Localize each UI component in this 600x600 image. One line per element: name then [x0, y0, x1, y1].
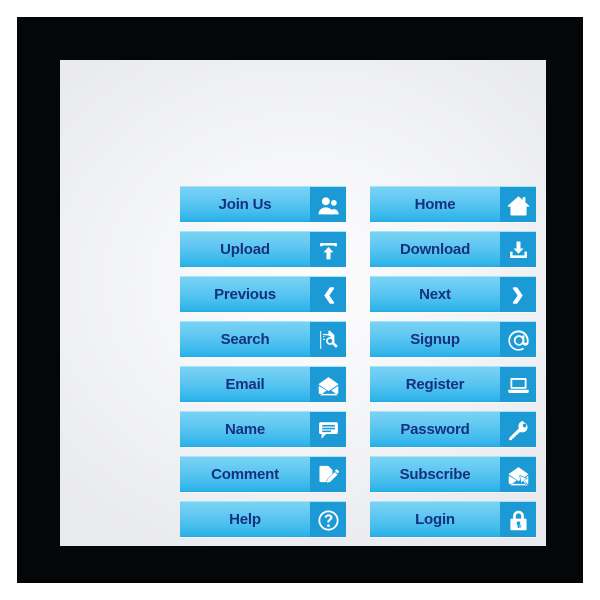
button-label: Name	[224, 421, 266, 438]
button-label: Help	[229, 511, 261, 528]
button-search[interactable]: Search	[180, 321, 346, 357]
upload-arrow-icon	[310, 232, 346, 267]
inner-white-panel: Join Us Upload Previous Search Email Nam…	[60, 60, 546, 546]
button-signup[interactable]: Signup	[370, 321, 536, 357]
right-column: Home Download Next Signup Register Passw…	[370, 186, 536, 537]
envelope-cursor-icon	[500, 457, 536, 492]
button-help[interactable]: Help	[180, 501, 346, 537]
document-pencil-icon	[310, 457, 346, 492]
at-sign-icon	[500, 322, 536, 357]
laptop-icon	[500, 367, 536, 402]
chevron-left-icon	[310, 277, 346, 312]
button-label: Subscribe	[399, 466, 471, 483]
button-label: Previous	[214, 286, 276, 303]
button-register[interactable]: Register	[370, 366, 536, 402]
document-magnifier-icon	[310, 322, 346, 357]
button-label: Login	[415, 511, 455, 528]
button-grid: Join Us Upload Previous Search Email Nam…	[180, 186, 536, 537]
button-previous[interactable]: Previous	[180, 276, 346, 312]
button-label: Email	[225, 376, 265, 393]
open-envelope-icon	[310, 367, 346, 402]
key-icon	[500, 412, 536, 447]
button-password[interactable]: Password	[370, 411, 536, 447]
question-circle-icon	[310, 502, 346, 537]
button-join-us[interactable]: Join Us	[180, 186, 346, 222]
download-tray-icon	[500, 232, 536, 267]
button-next[interactable]: Next	[370, 276, 536, 312]
button-label: Signup	[410, 331, 460, 348]
button-name[interactable]: Name	[180, 411, 346, 447]
button-email[interactable]: Email	[180, 366, 346, 402]
button-label: Home	[414, 196, 456, 213]
chevron-right-icon	[500, 277, 536, 312]
button-home[interactable]: Home	[370, 186, 536, 222]
button-login[interactable]: Login	[370, 501, 536, 537]
padlock-icon	[500, 502, 536, 537]
button-subscribe[interactable]: Subscribe	[370, 456, 536, 492]
button-label: Password	[400, 421, 470, 438]
button-comment[interactable]: Comment	[180, 456, 346, 492]
button-label: Next	[419, 286, 451, 303]
left-column: Join Us Upload Previous Search Email Nam…	[180, 186, 346, 537]
button-upload[interactable]: Upload	[180, 231, 346, 267]
button-label: Comment	[211, 466, 279, 483]
button-label: Join Us	[218, 196, 272, 213]
button-label: Search	[220, 331, 270, 348]
users-icon	[310, 187, 346, 222]
button-label: Register	[405, 376, 465, 393]
button-label: Download	[399, 241, 471, 258]
speech-bubble-icon	[310, 412, 346, 447]
button-download[interactable]: Download	[370, 231, 536, 267]
button-label: Upload	[220, 241, 270, 258]
artwork-canvas: Join Us Upload Previous Search Email Nam…	[0, 0, 600, 600]
house-icon	[500, 187, 536, 222]
